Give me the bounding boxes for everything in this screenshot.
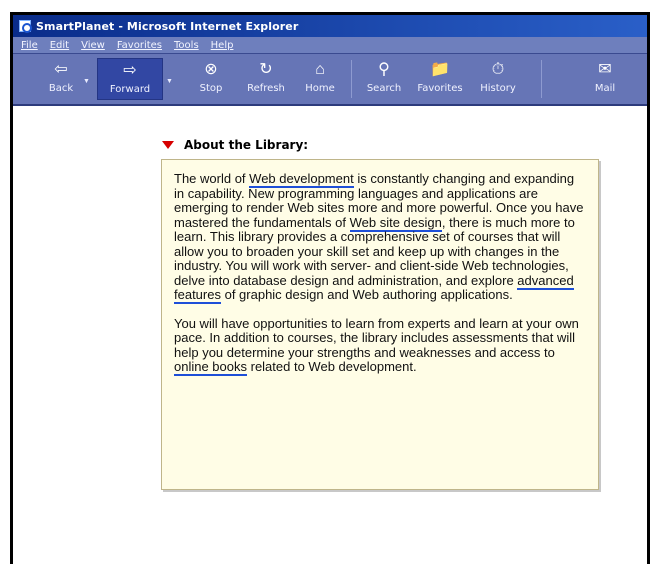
text-span: of graphic design and Web authoring appl… [220, 287, 513, 302]
section-heading: About the Library: [162, 138, 308, 152]
mail-button[interactable]: ✉ Mail [585, 58, 625, 100]
title-bar[interactable]: SmartPlanet - Microsoft Internet Explore… [13, 15, 647, 37]
stop-label: Stop [199, 83, 223, 94]
mail-label: Mail [594, 83, 616, 94]
menu-tools[interactable]: Tools [174, 40, 199, 51]
home-icon: ⌂ [315, 61, 325, 78]
text-span: related to Web development. [247, 359, 417, 374]
about-library-box: The world of Web development is constant… [161, 159, 599, 490]
toolbar: ⇦ Back ▼ ⇨ Forward ▼ ⊗ Stop ↻ Refresh ⌂ … [13, 54, 647, 106]
back-dropdown-icon[interactable]: ▼ [83, 78, 90, 85]
search-icon: ⚲ [378, 61, 390, 78]
history-icon: ⏱ [491, 61, 505, 78]
forward-arrow-icon: ⇨ [123, 62, 137, 79]
forward-button[interactable]: ⇨ Forward [97, 58, 163, 100]
home-label: Home [305, 83, 335, 94]
mail-icon: ✉ [598, 61, 612, 78]
refresh-label: Refresh [247, 83, 285, 94]
history-button[interactable]: ⏱ History [473, 58, 523, 100]
intro-paragraph: The world of Web development is constant… [174, 171, 586, 304]
search-label: Search [366, 83, 402, 94]
red-triangle-icon [162, 141, 174, 149]
back-button[interactable]: ⇦ Back [41, 58, 81, 100]
forward-dropdown-icon[interactable]: ▼ [166, 78, 173, 85]
text-span: You will have opportunities to learn fro… [174, 315, 579, 360]
opportunities-paragraph: You will have opportunities to learn fro… [174, 315, 586, 376]
window-title: SmartPlanet - Microsoft Internet Explore… [36, 19, 299, 33]
menu-help[interactable]: Help [211, 40, 234, 51]
ie-icon [19, 20, 32, 33]
back-arrow-icon: ⇦ [54, 61, 68, 78]
home-button[interactable]: ⌂ Home [299, 58, 341, 100]
forward-label: Forward [109, 84, 151, 95]
refresh-icon: ↻ [259, 61, 273, 78]
menu-edit[interactable]: Edit [50, 40, 69, 51]
toolbar-separator [541, 60, 542, 98]
toolbar-separator [351, 60, 352, 98]
favorites-label: Favorites [417, 83, 463, 94]
menu-bar: File Edit View Favorites Tools Help [13, 37, 647, 54]
favorites-icon: 📁 [430, 61, 450, 78]
online-books-link[interactable]: online books [174, 359, 247, 376]
search-button[interactable]: ⚲ Search [359, 58, 409, 100]
stop-icon: ⊗ [204, 61, 218, 78]
refresh-button[interactable]: ↻ Refresh [241, 58, 291, 100]
section-heading-text: About the Library: [184, 138, 309, 152]
favorites-button[interactable]: 📁 Favorites [411, 58, 469, 100]
menu-view[interactable]: View [81, 40, 105, 51]
menu-file[interactable]: File [21, 40, 38, 51]
menu-favorites[interactable]: Favorites [117, 40, 162, 51]
back-label: Back [48, 83, 74, 94]
stop-button[interactable]: ⊗ Stop [191, 58, 231, 100]
history-label: History [480, 83, 516, 94]
text-span: The world of [174, 171, 250, 186]
